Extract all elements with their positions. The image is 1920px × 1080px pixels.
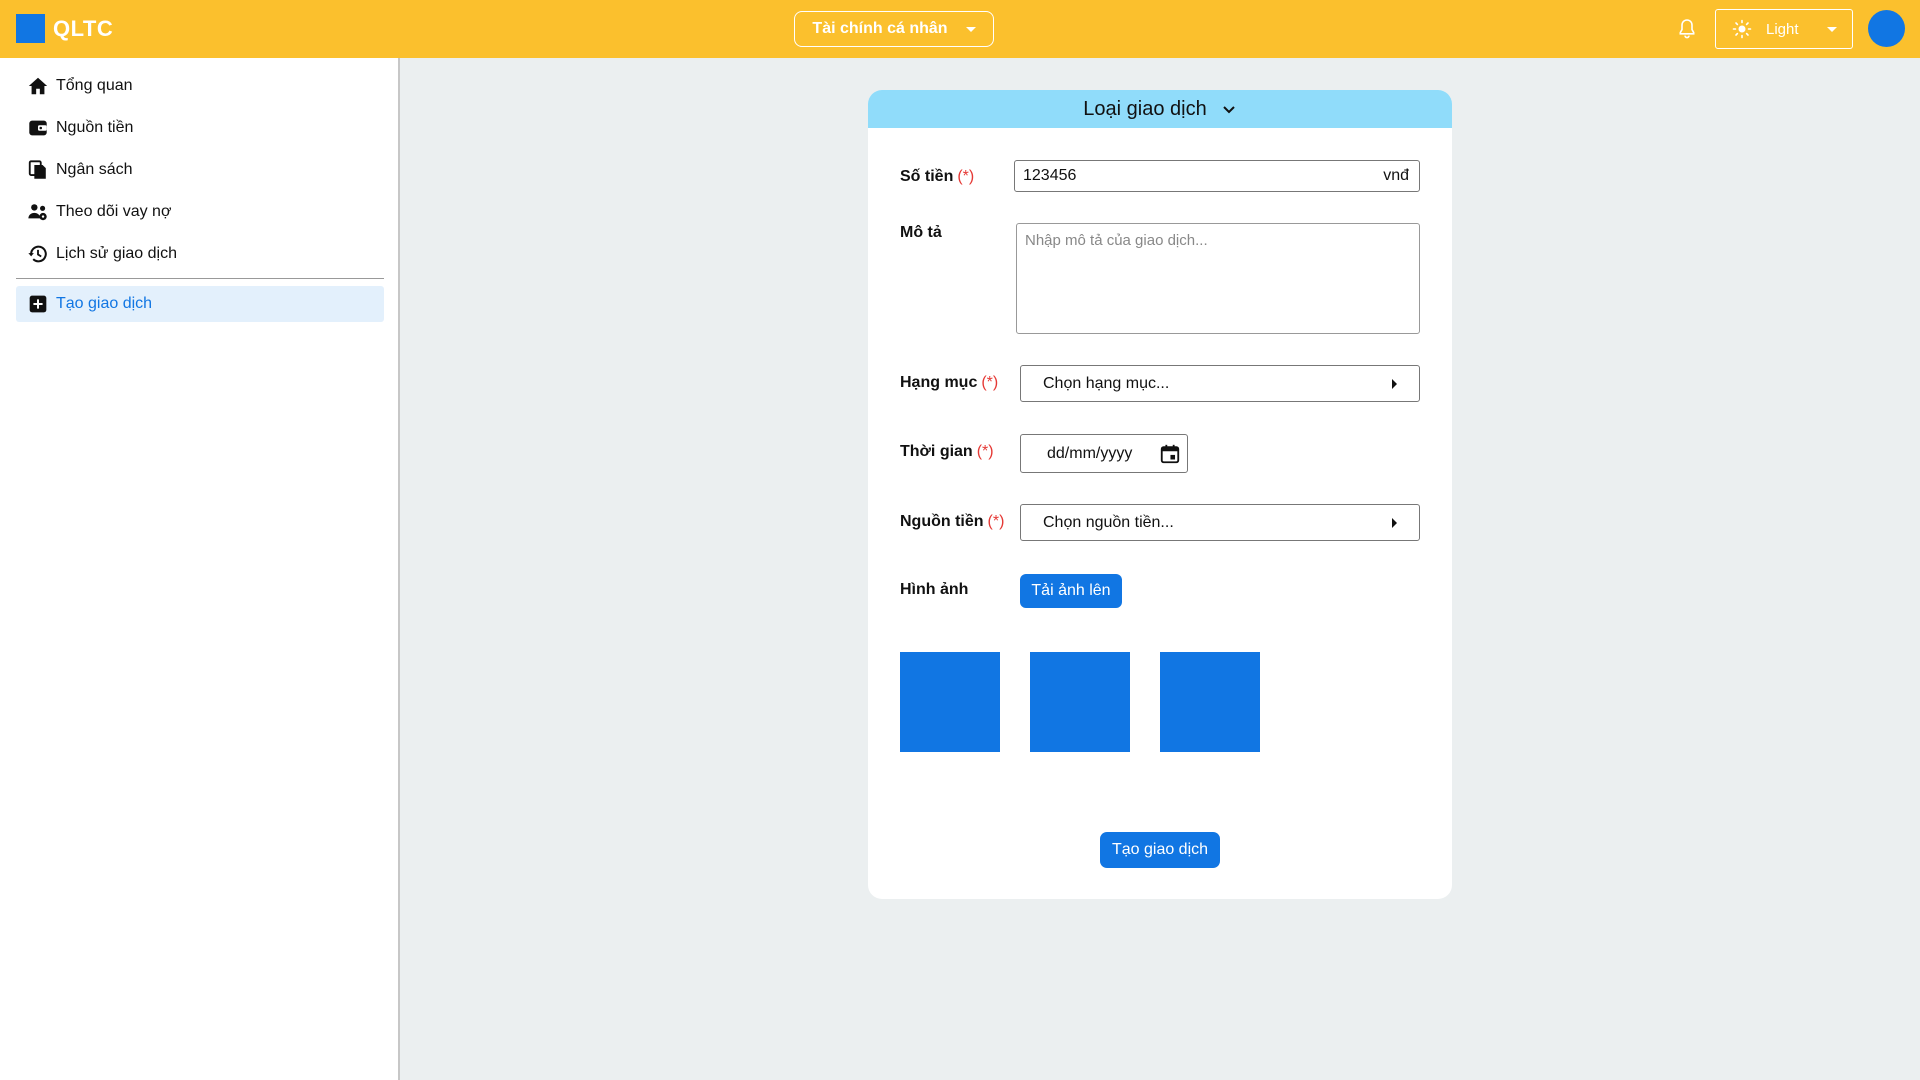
transaction-type-select[interactable]: Loại giao dịch — [868, 90, 1452, 128]
source-select[interactable]: Chọn nguồn tiền... — [1020, 504, 1420, 541]
budget-icon — [27, 159, 49, 181]
user-avatar[interactable] — [1868, 10, 1905, 47]
theme-select-label: Light — [1766, 20, 1799, 38]
add-box-icon — [27, 293, 49, 315]
chevron-down-icon — [1826, 26, 1837, 32]
required-mark: (*) — [976, 443, 994, 460]
image-thumbnail[interactable] — [1160, 652, 1260, 752]
transaction-type-label: Loại giao dịch — [1083, 97, 1207, 120]
sidebar-item-label: Ngân sách — [56, 161, 133, 178]
amount-input[interactable]: 123456 vnđ — [1014, 160, 1420, 192]
required-mark: (*) — [987, 513, 1005, 530]
sun-icon — [1732, 19, 1752, 39]
description-placeholder: Nhập mô tả của giao dịch... — [1025, 232, 1208, 249]
history-icon — [27, 243, 49, 265]
image-thumbnail[interactable] — [1030, 652, 1130, 752]
required-mark: (*) — [981, 374, 999, 391]
create-transaction-button[interactable]: Tạo giao dịch — [1100, 832, 1220, 868]
amount-value: 123456 — [1023, 167, 1077, 184]
required-mark: (*) — [957, 168, 975, 185]
source-label: Nguồn tiền (*) — [900, 513, 1005, 530]
source-select-value: Chọn nguồn tiền... — [1043, 513, 1174, 531]
image-thumbnail[interactable] — [900, 652, 1000, 752]
category-select-value: Chọn hạng mục... — [1043, 374, 1170, 392]
sidebar-divider — [16, 278, 384, 279]
upload-image-button[interactable]: Tải ảnh lên — [1020, 574, 1122, 608]
theme-select[interactable]: Light — [1715, 9, 1853, 49]
app-logo[interactable]: QLTC — [16, 14, 113, 43]
category-label: Hạng mục (*) — [900, 374, 999, 391]
sidebar-item-label: Nguồn tiền — [56, 119, 134, 136]
sidebar-item-debts[interactable]: Theo dõi vay nợ — [16, 194, 384, 230]
sidebar-item-label: Tạo giao dịch — [56, 295, 153, 312]
logo-text: QLTC — [53, 15, 114, 41]
sidebar-item-label: Lịch sử giao dịch — [56, 245, 177, 262]
sidebar-item-sources[interactable]: Nguồn tiền — [16, 110, 384, 146]
sidebar: Tổng quan Nguồn tiền Ngân sách Theo dõi … — [0, 58, 400, 1080]
date-input[interactable]: dd/mm/yyyy — [1020, 434, 1188, 473]
sidebar-item-history[interactable]: Lịch sử giao dịch — [16, 236, 384, 272]
bell-icon[interactable] — [1675, 17, 1699, 41]
wallet-icon — [27, 117, 49, 139]
category-select[interactable]: Chọn hạng mục... — [1020, 365, 1420, 402]
sidebar-item-label: Tổng quan — [56, 77, 133, 94]
chevron-right-icon — [1392, 378, 1397, 389]
sidebar-item-create-transaction[interactable]: Tạo giao dịch — [16, 286, 384, 322]
home-icon — [27, 75, 49, 97]
image-label: Hình ảnh — [900, 581, 969, 598]
context-select-label: Tài chính cá nhân — [812, 20, 948, 37]
date-value: dd/mm/yyyy — [1047, 444, 1133, 462]
context-select[interactable]: Tài chính cá nhân — [794, 11, 994, 47]
currency-unit: vnđ — [1383, 167, 1409, 184]
description-label: Mô tả — [900, 224, 942, 241]
calendar-icon[interactable] — [1159, 443, 1181, 465]
chevron-right-icon — [1392, 517, 1397, 528]
top-bar: QLTC Tài chính cá nhân Light — [0, 0, 1920, 58]
amount-label: Số tiền (*) — [900, 168, 975, 185]
logo-mark — [16, 14, 45, 43]
sidebar-item-budget[interactable]: Ngân sách — [16, 152, 384, 188]
time-label: Thời gian (*) — [900, 443, 994, 460]
sidebar-item-overview[interactable]: Tổng quan — [16, 68, 384, 104]
chevron-down-icon — [965, 26, 976, 32]
chevron-down-icon — [1223, 106, 1235, 114]
sidebar-item-label: Theo dõi vay nợ — [56, 203, 172, 220]
transaction-form-card: Loại giao dịch Số tiền (*) 123456 vnđ Mô … — [868, 90, 1452, 899]
description-textarea[interactable]: Nhập mô tả của giao dịch... — [1016, 223, 1420, 334]
people-icon — [27, 201, 49, 223]
